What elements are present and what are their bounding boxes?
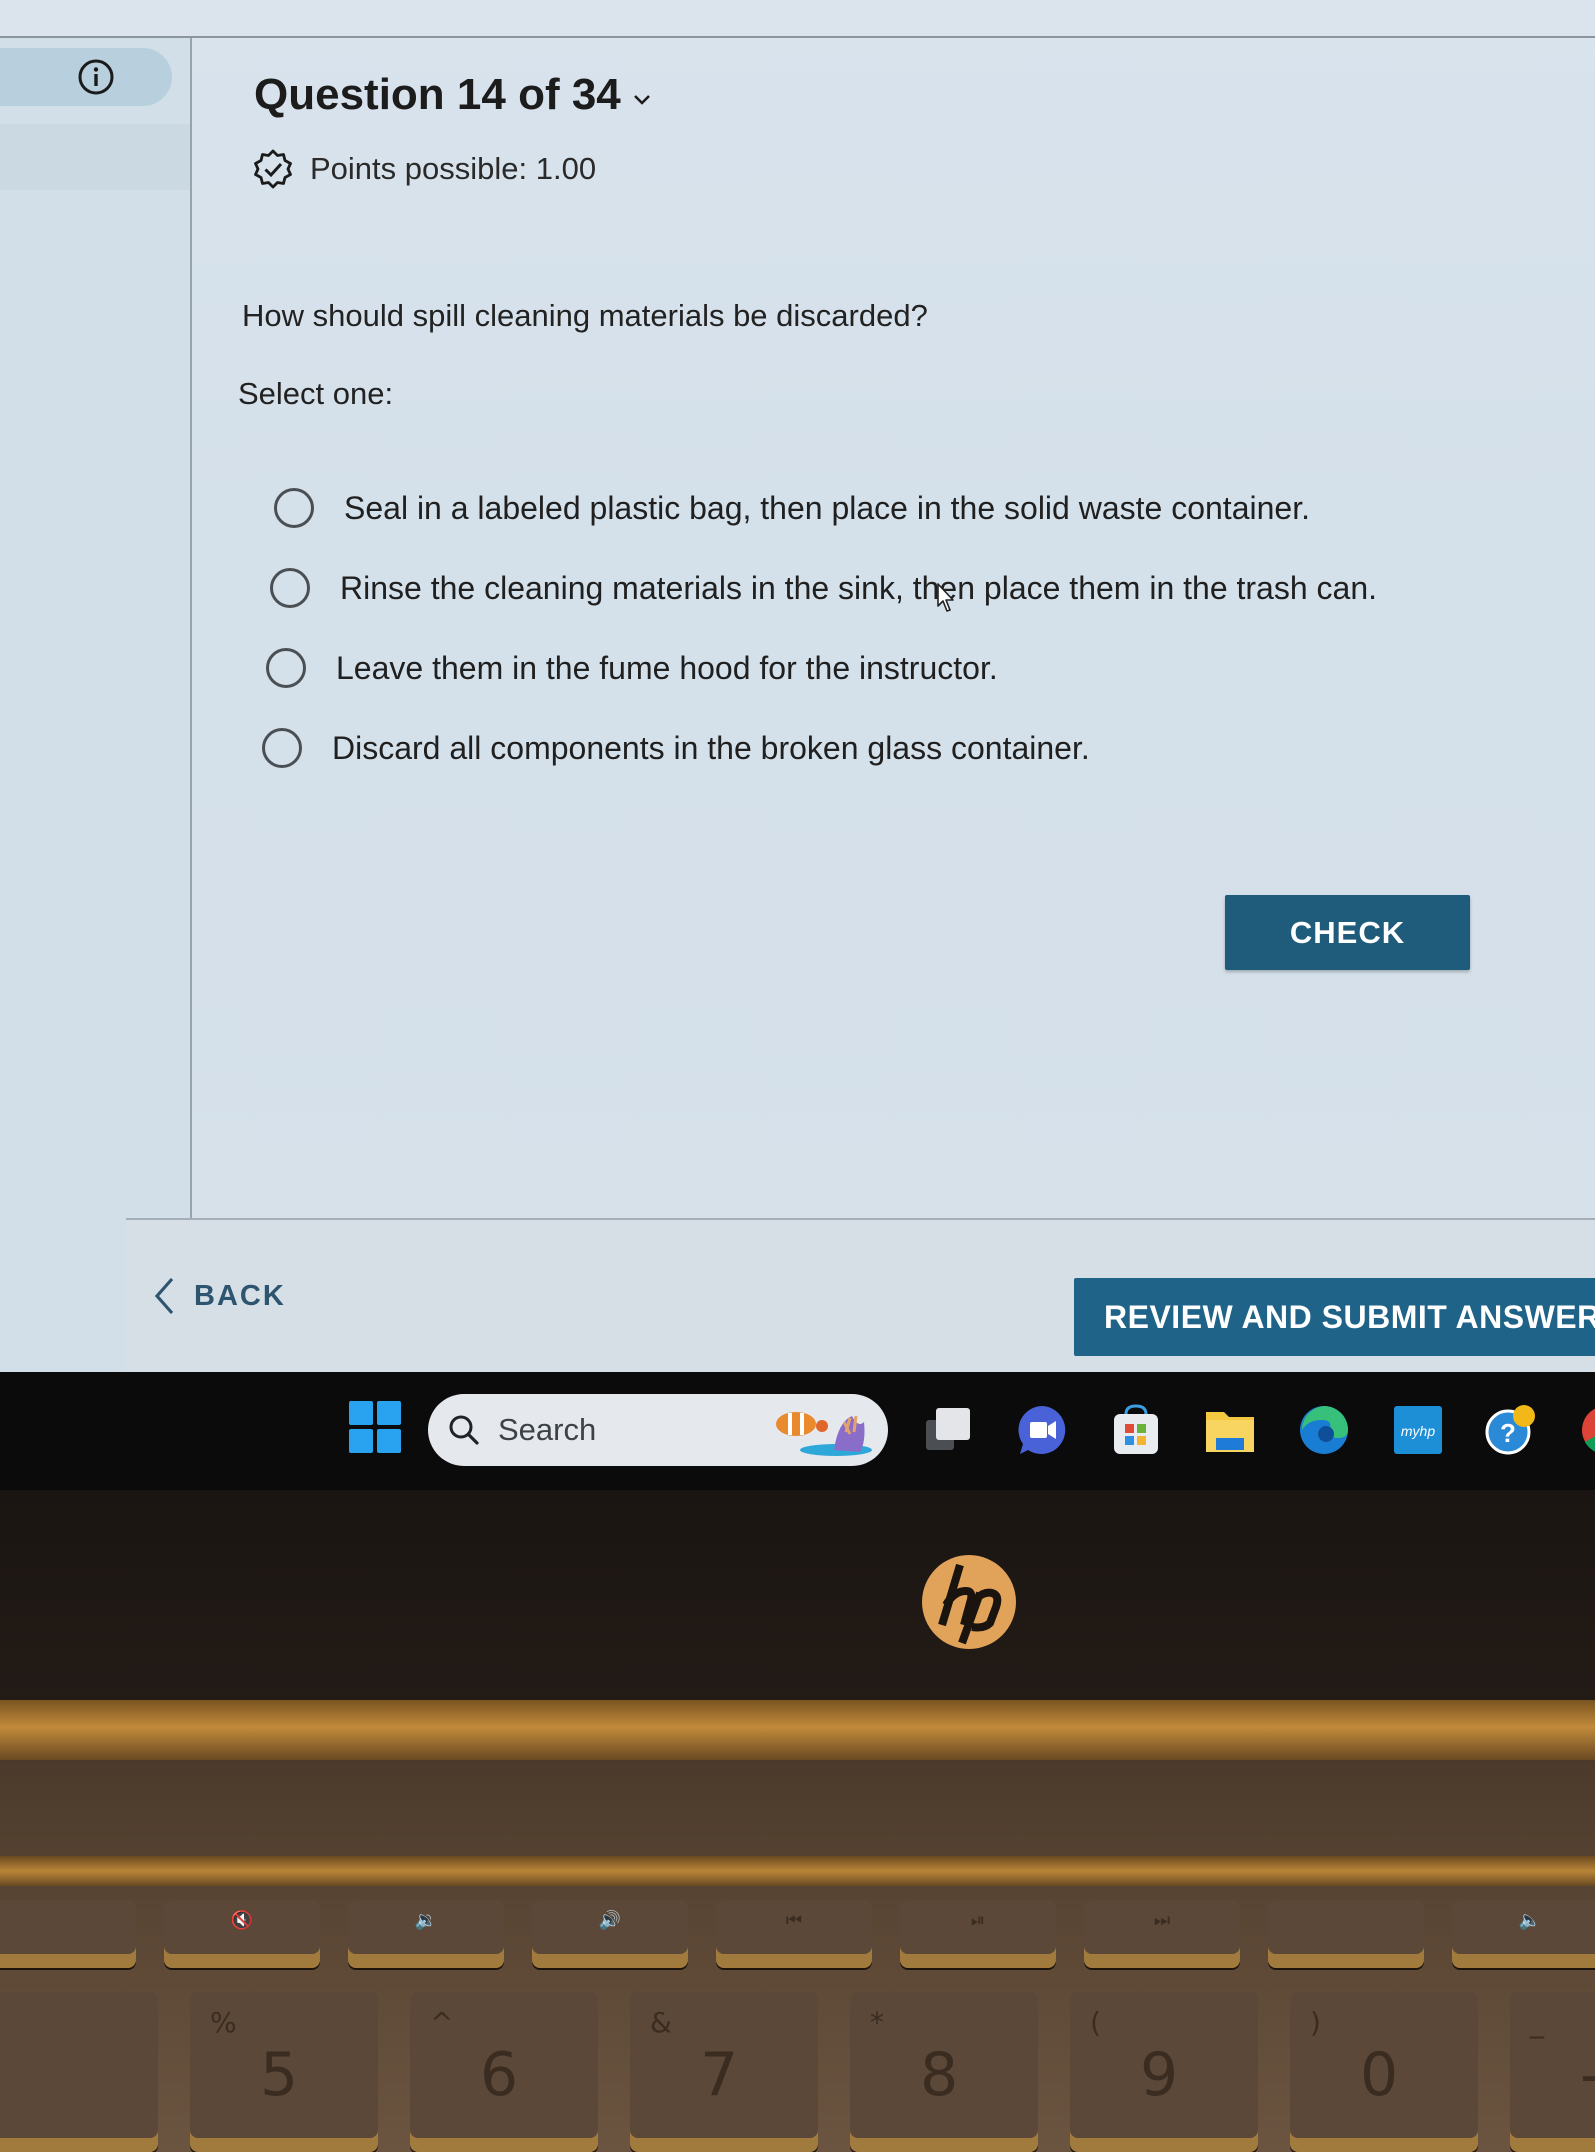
key-volume-up[interactable]: 🔊: [532, 1900, 688, 1968]
key-shift-char: (: [1090, 2006, 1101, 2039]
svg-text:myhp: myhp: [1401, 1423, 1435, 1439]
answer-options: Seal in a labeled plastic bag, then plac…: [262, 468, 1377, 788]
key-0[interactable]: ) 0: [1290, 1992, 1478, 2152]
back-button[interactable]: BACK: [152, 1276, 286, 1316]
key-8[interactable]: * 8: [850, 1992, 1038, 2152]
question-instruction: Select one:: [238, 376, 394, 411]
chevron-down-icon: [633, 95, 650, 105]
chrome-browser-icon[interactable]: [1578, 1402, 1595, 1458]
key-shift-char: ^: [430, 2006, 454, 2039]
question-prompt: How should spill cleaning materials be d…: [242, 298, 928, 333]
key-mic-mute[interactable]: 🔈: [1452, 1900, 1595, 1968]
edge-browser-icon[interactable]: [1296, 1402, 1352, 1458]
taskbar: Search myhp ?: [0, 1372, 1595, 1490]
answer-option[interactable]: Leave them in the fume hood for the inst…: [266, 628, 1377, 708]
search-icon: [449, 1415, 479, 1445]
keyboard-deck: 🔇 🔉 🔊 ⏮ ⏯ ⏭ 🔈 %5 ^6 &7 *8 (9 )0 _-: [0, 1760, 1595, 2152]
answer-option[interactable]: Seal in a labeled plastic bag, then plac…: [274, 468, 1377, 548]
screen: Question 14 of 34 Points possible: 1.00 …: [0, 0, 1595, 1372]
get-help-icon[interactable]: ?: [1484, 1402, 1540, 1458]
check-button[interactable]: CHECK: [1225, 895, 1470, 970]
key-4[interactable]: [0, 1992, 158, 2152]
verified-badge-icon: [254, 149, 292, 189]
sidebar: [0, 38, 192, 1372]
search-placeholder: Search: [498, 1412, 597, 1447]
option-label: Rinse the cleaning materials in the sink…: [340, 569, 1378, 606]
top-bar: [0, 0, 1595, 38]
myhp-icon[interactable]: myhp: [1390, 1402, 1446, 1458]
key-char: 0: [1360, 2040, 1399, 2110]
key-f3[interactable]: [0, 1900, 136, 1968]
answer-option[interactable]: Rinse the cleaning materials in the sink…: [270, 548, 1377, 628]
key-shift-char: ): [1310, 2006, 1321, 2039]
radio-button[interactable]: [262, 728, 302, 768]
review-and-submit-button[interactable]: REVIEW AND SUBMIT ANSWERS: [1074, 1278, 1595, 1356]
svg-text:?: ?: [1500, 1418, 1516, 1448]
key-shift-char: *: [870, 2006, 884, 2039]
answer-option[interactable]: Discard all components in the broken gla…: [262, 708, 1377, 788]
radio-button[interactable]: [266, 648, 306, 688]
key-shift-char: &: [650, 2006, 672, 2039]
number-key-row: %5 ^6 &7 *8 (9 )0 _-: [0, 1992, 1595, 2152]
radio-button[interactable]: [270, 568, 310, 608]
question-panel: Question 14 of 34 Points possible: 1.00 …: [194, 40, 1595, 1220]
task-view-icon[interactable]: [920, 1402, 976, 1458]
pinned-apps: myhp ?: [920, 1402, 1595, 1458]
points-text: Points possible: 1.00: [310, 151, 597, 186]
key-char: 6: [480, 2040, 519, 2110]
question-selector[interactable]: Question 14 of 34: [254, 70, 653, 120]
info-button[interactable]: [0, 48, 172, 106]
key-char: -: [1580, 2040, 1595, 2110]
key-next-track[interactable]: ⏭: [1084, 1900, 1240, 1968]
laptop-hinge: [0, 1700, 1595, 1760]
meet-chat-icon[interactable]: [1014, 1402, 1070, 1458]
deck-ridge: [0, 1856, 1595, 1886]
laptop-bezel: [0, 1490, 1595, 1700]
key-f11[interactable]: [1268, 1900, 1424, 1968]
key-char: 5: [260, 2040, 299, 2110]
file-explorer-icon[interactable]: [1202, 1402, 1258, 1458]
key-char: 8: [920, 2040, 959, 2110]
sidebar-section: [0, 124, 190, 190]
microsoft-store-icon[interactable]: [1108, 1402, 1164, 1458]
key-9[interactable]: (9: [1070, 1992, 1258, 2152]
key-play-pause[interactable]: ⏯: [900, 1900, 1056, 1968]
key-5[interactable]: % 5: [190, 1992, 378, 2152]
option-label: Leave them in the fume hood for the inst…: [336, 649, 998, 686]
key-mute[interactable]: 🔇: [164, 1900, 320, 1968]
mouse-pointer-icon: [937, 583, 954, 612]
key-previous-track[interactable]: ⏮: [716, 1900, 872, 1968]
function-key-row: 🔇 🔉 🔊 ⏮ ⏯ ⏭ 🔈: [0, 1900, 1595, 1968]
key-char: 7: [700, 2040, 739, 2110]
back-label: BACK: [194, 1279, 286, 1312]
option-label: Discard all components in the broken gla…: [332, 729, 1090, 766]
radio-button[interactable]: [274, 488, 314, 528]
key-volume-down[interactable]: 🔉: [348, 1900, 504, 1968]
points-possible: Points possible: 1.00: [252, 148, 596, 190]
hp-logo-icon: [922, 1555, 1016, 1649]
key-shift-char: %: [210, 2006, 237, 2039]
chevron-left-icon: [154, 1277, 174, 1315]
key-char: 9: [1140, 2040, 1179, 2110]
key-minus[interactable]: _-: [1510, 1992, 1595, 2152]
question-title: Question 14 of 34: [254, 70, 621, 119]
info-circle-icon: [78, 59, 114, 95]
key-shift-char: _: [1530, 2006, 1544, 2039]
taskbar-search[interactable]: Search: [428, 1394, 888, 1466]
key-7[interactable]: & 7: [630, 1992, 818, 2152]
navigation-footer: BACK REVIEW AND SUBMIT ANSWERS: [126, 1218, 1595, 1372]
windows-start-icon[interactable]: [349, 1401, 401, 1453]
key-6[interactable]: ^ 6: [410, 1992, 598, 2152]
option-label: Seal in a labeled plastic bag, then plac…: [344, 489, 1310, 526]
search-highlight-icon: [776, 1412, 872, 1456]
